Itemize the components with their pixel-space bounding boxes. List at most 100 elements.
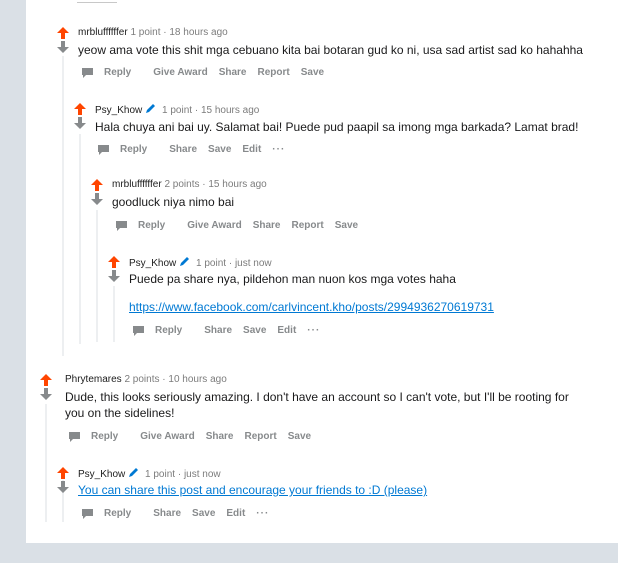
reply-button[interactable]: Reply [98,144,158,155]
save-button[interactable]: Save [288,431,311,442]
chat-bubble-icon [69,431,80,442]
edit-button[interactable]: Edit [242,144,261,155]
vote-column [73,102,87,130]
comment-actions: Reply Give Award Share Report Save [116,220,369,231]
comment-author[interactable]: Psy_Khow [95,105,142,116]
give-award-button[interactable]: Give Award [153,67,207,78]
facebook-post-link[interactable]: https://www.facebook.com/carlvincent.kho… [129,299,494,315]
save-button[interactable]: Save [301,67,324,78]
vote-column [39,373,53,401]
thread-line[interactable] [62,56,64,356]
chat-bubble-icon [133,325,144,336]
previous-comment-edge [77,0,117,3]
reply-label: Reply [138,220,166,231]
comment-body: Puede pa share nya, pildehon man nuon ko… [129,272,456,286]
comment-actions: Reply Share Save Edit ··· [133,325,331,336]
comment-author[interactable]: Phrytemares [65,374,122,385]
thread-line[interactable] [79,134,81,344]
comment-actions: Reply Share Save Edit ··· [82,508,280,519]
pencil-icon [145,103,156,114]
comment-meta: Psy_Khow 1 point · just now [129,256,272,269]
chat-bubble-icon [98,144,109,155]
reply-label: Reply [155,325,183,336]
comment-score-time: 2 points · 15 hours ago [164,179,267,190]
chat-bubble-icon [116,220,127,231]
more-dots-icon[interactable]: ··· [272,144,285,155]
vote-column [90,178,104,206]
comment-author[interactable]: mrbluffffffer [78,27,128,38]
upvote-arrow-icon[interactable] [90,178,104,192]
comment-meta: mrbluffffffer 1 point · 18 hours ago [78,27,228,38]
upvote-arrow-icon[interactable] [73,102,87,116]
downvote-arrow-icon[interactable] [90,192,104,206]
vote-column [56,26,70,54]
reply-button[interactable]: Reply [116,220,176,231]
comment-actions: Reply Give Award Share Report Save [82,67,335,78]
comment-meta: Psy_Khow 1 point · 15 hours ago [95,103,259,116]
more-dots-icon[interactable]: ··· [256,508,269,519]
comment-body: Dude, this looks seriously amazing. I do… [65,390,569,420]
comment-score-time: 2 points · 10 hours ago [124,374,227,385]
share-button[interactable]: Share [153,508,181,519]
comment-body: Hala chuya ani bai uy. Salamat bai! Pued… [95,120,579,134]
comment-score-time: 1 point · 18 hours ago [130,27,228,38]
comment-body: goodluck niya nimo bai [112,195,235,209]
pencil-icon [128,467,139,478]
give-award-button[interactable]: Give Award [140,431,194,442]
save-button[interactable]: Save [192,508,215,519]
upvote-arrow-icon[interactable] [56,466,70,480]
vote-column [107,255,121,283]
reply-label: Reply [104,67,132,78]
edit-button[interactable]: Edit [226,508,245,519]
share-button[interactable]: Share [204,325,232,336]
thread-line[interactable] [113,286,115,342]
comment-meta: mrbluffffffer 2 points · 15 hours ago [112,179,267,190]
share-button[interactable]: Share [206,431,234,442]
edit-button[interactable]: Edit [277,325,296,336]
upvote-arrow-icon[interactable] [39,373,53,387]
upvote-arrow-icon[interactable] [56,26,70,40]
report-button[interactable]: Report [245,431,277,442]
comment-meta: Phrytemares 2 points · 10 hours ago [65,374,227,385]
save-button[interactable]: Save [335,220,358,231]
comment-meta: Psy_Khow 1 point · just now [78,467,221,480]
comment-author[interactable]: Psy_Khow [78,469,125,480]
comment-actions: Reply Give Award Share Report Save [69,431,322,442]
pencil-icon [179,256,190,267]
downvote-arrow-icon[interactable] [107,269,121,283]
thread-line[interactable] [96,210,98,342]
comment-score-time: 1 point · just now [196,258,272,269]
downvote-arrow-icon[interactable] [56,40,70,54]
upvote-arrow-icon[interactable] [107,255,121,269]
save-button[interactable]: Save [208,144,231,155]
vote-column [56,466,70,494]
comment-author[interactable]: Psy_Khow [129,258,176,269]
reply-label: Reply [91,431,119,442]
thread-line[interactable] [45,404,47,522]
report-button[interactable]: Report [258,67,290,78]
downvote-arrow-icon[interactable] [56,480,70,494]
downvote-arrow-icon[interactable] [39,387,53,401]
reply-button[interactable]: Reply [133,325,193,336]
chat-bubble-icon [82,508,93,519]
reply-button[interactable]: Reply [69,431,129,442]
reply-label: Reply [104,508,132,519]
comment-score-time: 1 point · just now [145,469,221,480]
save-button[interactable]: Save [243,325,266,336]
chat-bubble-icon [82,67,93,78]
comment-actions: Reply Share Save Edit ··· [98,144,296,155]
share-button[interactable]: Share [253,220,281,231]
report-button[interactable]: Report [292,220,324,231]
reply-button[interactable]: Reply [82,67,142,78]
reply-label: Reply [120,144,148,155]
give-award-button[interactable]: Give Award [187,220,241,231]
share-button[interactable]: Share [219,67,247,78]
comment-author[interactable]: mrbluffffffer [112,179,162,190]
reply-button[interactable]: Reply [82,508,142,519]
share-post-link[interactable]: You can share this post and encourage yo… [78,482,427,498]
downvote-arrow-icon[interactable] [73,116,87,130]
comment-score-time: 1 point · 15 hours ago [162,105,260,116]
share-button[interactable]: Share [169,144,197,155]
more-dots-icon[interactable]: ··· [307,325,320,336]
comment-body: yeow ama vote this shit mga cebuano kita… [78,43,583,57]
